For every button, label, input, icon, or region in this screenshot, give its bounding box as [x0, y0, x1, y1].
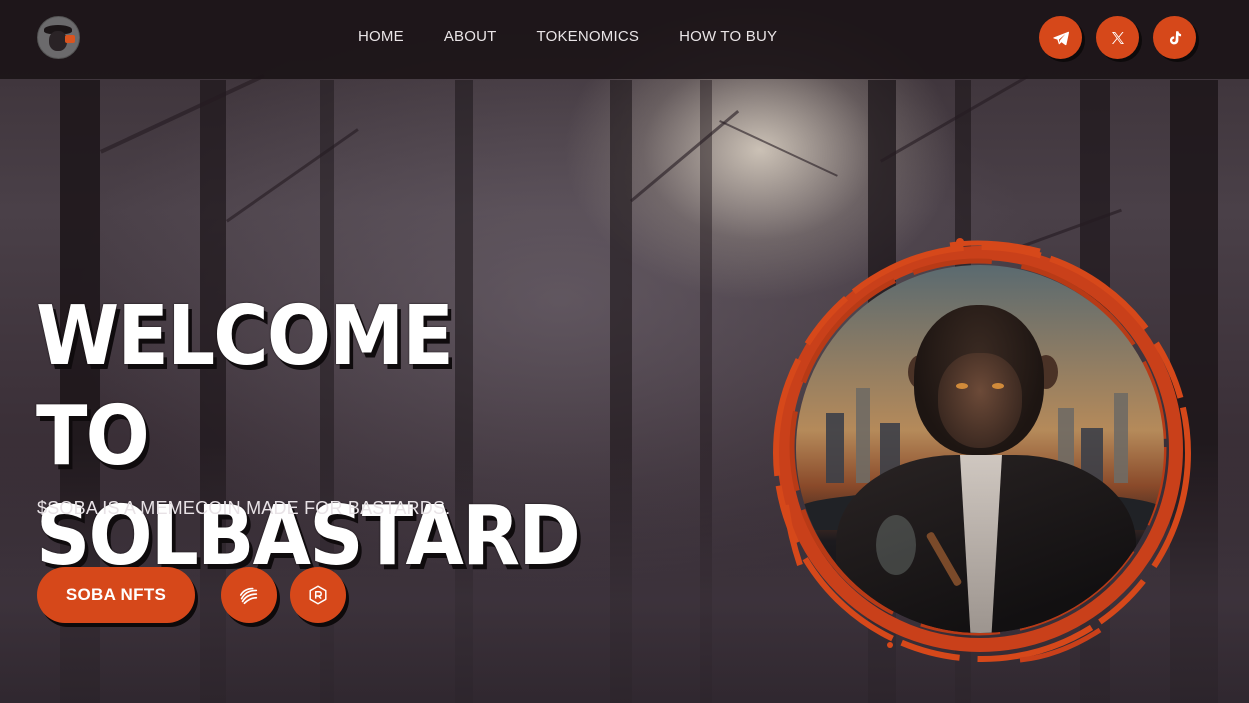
top-navbar: HOME ABOUT TOKENOMICS HOW TO BUY	[0, 0, 1249, 79]
nav-home-link[interactable]: HOME	[358, 28, 404, 45]
nav-how-to-buy-link[interactable]: HOW TO BUY	[679, 28, 777, 45]
magic-eden-icon	[239, 587, 258, 605]
soba-nfts-button[interactable]: SOBA NFTS	[37, 567, 195, 623]
telegram-button[interactable]	[1039, 16, 1082, 59]
nav-tokenomics-link[interactable]: TOKENOMICS	[537, 28, 640, 45]
hero-title: WELCOME TO SOLBASTARD	[36, 287, 588, 587]
tiktok-icon	[1169, 30, 1181, 44]
raydium-icon	[309, 585, 327, 605]
logo[interactable]	[37, 16, 80, 59]
nav-about-link[interactable]: ABOUT	[444, 28, 497, 45]
x-twitter-button[interactable]	[1096, 16, 1139, 59]
telegram-icon	[1052, 31, 1069, 45]
chimpanzee-in-suit-portrait-icon	[796, 265, 1164, 633]
hero-subtitle: $SOBA IS A MEMECOIN MADE FOR BASTARDS.	[37, 498, 451, 518]
raydium-button[interactable]	[290, 567, 346, 623]
magic-eden-button[interactable]	[221, 567, 277, 623]
hero-title-line1: WELCOME TO	[36, 289, 454, 484]
main-nav: HOME ABOUT TOKENOMICS HOW TO BUY	[358, 28, 817, 45]
social-links	[1039, 16, 1196, 59]
hero-portrait	[760, 235, 1200, 675]
tiktok-button[interactable]	[1153, 16, 1196, 59]
x-twitter-icon	[1111, 31, 1124, 44]
